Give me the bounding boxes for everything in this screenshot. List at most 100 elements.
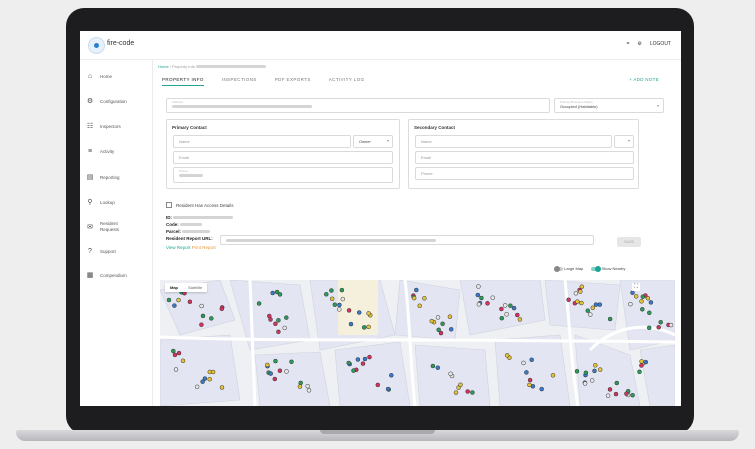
primary-name-field[interactable]: Name: [173, 135, 351, 148]
sidebar-item-label: Home: [100, 74, 113, 79]
activity-icon: ≡: [87, 148, 93, 155]
show-nearby-label: Show Nearby: [601, 266, 626, 271]
people-icon: ☷: [86, 123, 94, 130]
parcel-blurred: [182, 230, 211, 234]
primary-phone-field[interactable]: Phone: [173, 167, 393, 183]
business-status-select[interactable]: Primary Business Status Occupied (Habita…: [554, 98, 664, 113]
breadcrumb-blurred: [196, 65, 267, 69]
name-placeholder: Name: [179, 139, 190, 144]
role-value: Owner: [359, 139, 371, 144]
tab-activity-log[interactable]: ACTIVITY LOG: [329, 77, 365, 86]
chevron-down-icon: ▾: [627, 138, 630, 143]
map-type-tabs: Map Satellite: [165, 283, 208, 292]
code-blurred: [180, 223, 203, 227]
report-links: View Report Print Report: [166, 245, 216, 250]
gear-icon[interactable]: ⚙: [637, 41, 641, 47]
secondary-contact-card: Secondary Contact Name ▾ Email Phone: [408, 119, 639, 189]
primary-contact-title: Primary Contact: [172, 125, 207, 130]
phone-placeholder: Phone: [421, 171, 433, 176]
map-toggles: Large Map Show Nearby: [554, 265, 626, 272]
view-report-link[interactable]: View Report: [166, 245, 190, 250]
laptop-notch: [320, 430, 435, 434]
add-note-button[interactable]: + ADD NOTE: [629, 77, 659, 82]
show-nearby-switch[interactable]: [591, 265, 602, 272]
sidebar-item-label: Reporting: [100, 175, 120, 180]
tab-property-info[interactable]: PROPERTY INFO: [162, 77, 204, 86]
top-bar: fire-code = ⚙ LOGOUT: [80, 31, 681, 60]
business-status-value: Occupied (Habitable): [560, 104, 598, 109]
report-url-blurred: [226, 239, 436, 243]
parcel-label: Parcel:: [166, 229, 182, 234]
tab-inspections[interactable]: INSPECTIONS: [222, 77, 257, 86]
chevron-down-icon: ▾: [656, 103, 659, 108]
large-map-switch[interactable]: [554, 265, 563, 272]
report-url-row: Resident Report URL:: [166, 236, 213, 241]
resident-access-checkbox[interactable]: [166, 202, 172, 208]
parcel-row: Parcel:: [166, 229, 211, 234]
secondary-role-select[interactable]: ▾: [614, 135, 634, 148]
sidebar-item-label: Configuration: [100, 99, 127, 104]
book-icon: ▦: [86, 272, 94, 279]
email-placeholder: Email: [421, 155, 432, 160]
tab-bar: PROPERTY INFO INSPECTIONS PDF EXPORTS AC…: [162, 77, 365, 86]
search-icon: ⚲: [87, 199, 93, 206]
sidebar-item-label: Resident Requests: [100, 221, 120, 232]
name-placeholder: Name: [421, 139, 432, 144]
home-icon: ⌂: [87, 73, 93, 80]
sidebar-item-activity[interactable]: ≡ Activity: [86, 148, 114, 155]
large-map-label: Large Map: [564, 266, 584, 271]
sidebar-item-configuration[interactable]: ⚙ Configuration: [86, 98, 127, 105]
primary-role-select[interactable]: Owner ▾: [353, 135, 393, 148]
map-tab-map[interactable]: Map: [165, 283, 183, 292]
logout-button[interactable]: LOGOUT: [650, 41, 671, 47]
sidebar-item-support[interactable]: ? Support: [86, 248, 116, 255]
code-row: Code:: [166, 222, 203, 227]
address-blurred: [172, 105, 312, 109]
tab-pdf-exports[interactable]: PDF EXPORTS: [275, 77, 311, 86]
secondary-contact-title: Secondary Contact: [414, 125, 456, 130]
address-field[interactable]: Address: [166, 98, 550, 113]
report-icon: ▤: [86, 174, 94, 181]
breadcrumb-separator: /: [169, 64, 171, 69]
resident-access-row: Resident Has Access Details: [166, 202, 234, 208]
help-icon: ?: [88, 248, 92, 255]
primary-contact-card: Primary Contact Name Owner ▾ Email Phone: [166, 119, 400, 189]
breadcrumb-home[interactable]: Home: [158, 64, 169, 69]
logo-text: fire-code: [107, 40, 135, 47]
id-row: ID:: [166, 215, 234, 220]
menu-dash-icon[interactable]: =: [626, 41, 629, 47]
main-content: Home / Property Info PROPERTY INFO INSPE…: [158, 60, 673, 406]
breadcrumb: Home / Property Info: [158, 64, 267, 69]
logo-icon: [88, 37, 105, 54]
chevron-down-icon: ▾: [386, 138, 389, 143]
sidebar-item-resident-requests[interactable]: ✉ Resident Requests: [86, 221, 146, 233]
large-map-toggle[interactable]: Large Map: [554, 265, 584, 272]
id-label: ID:: [166, 215, 172, 220]
show-nearby-toggle[interactable]: Show Nearby: [591, 265, 626, 272]
code-label: Code:: [166, 222, 179, 227]
sidebar-item-inspectors[interactable]: ☷ Inspectors: [86, 123, 121, 130]
sidebar-item-compendium[interactable]: ▦ Compendium: [86, 272, 127, 279]
fullscreen-icon[interactable]: ⛶: [632, 283, 640, 291]
report-url-field[interactable]: [220, 235, 594, 245]
app-screen: fire-code = ⚙ LOGOUT ⌂ Home ⚙ Configuratio…: [80, 31, 681, 406]
mail-icon: ✉: [87, 223, 93, 231]
sidebar-item-label: Activity: [100, 149, 115, 154]
top-right-actions: = ⚙ LOGOUT: [626, 41, 671, 47]
sidebar-item-label: Compendium: [100, 273, 127, 278]
map-tab-satellite[interactable]: Satellite: [183, 283, 207, 292]
secondary-email-field[interactable]: Email: [415, 151, 634, 164]
email-placeholder: Email: [179, 155, 190, 160]
report-url-label: Resident Report URL:: [166, 236, 213, 241]
sidebar-item-home[interactable]: ⌂ Home: [86, 73, 112, 80]
phone-blurred: [179, 174, 203, 178]
sidebar-item-label: Support: [100, 249, 116, 254]
save-button[interactable]: SAVE: [617, 237, 641, 247]
sidebar-item-label: Inspectors: [100, 124, 121, 129]
print-report-link[interactable]: Print Report: [192, 245, 216, 250]
sidebar-item-lookup[interactable]: ⚲ Lookup: [86, 199, 114, 206]
primary-email-field[interactable]: Email: [173, 151, 393, 164]
secondary-name-field[interactable]: Name: [415, 135, 612, 148]
secondary-phone-field[interactable]: Phone: [415, 167, 634, 180]
sidebar-item-reporting[interactable]: ▤ Reporting: [86, 174, 120, 181]
